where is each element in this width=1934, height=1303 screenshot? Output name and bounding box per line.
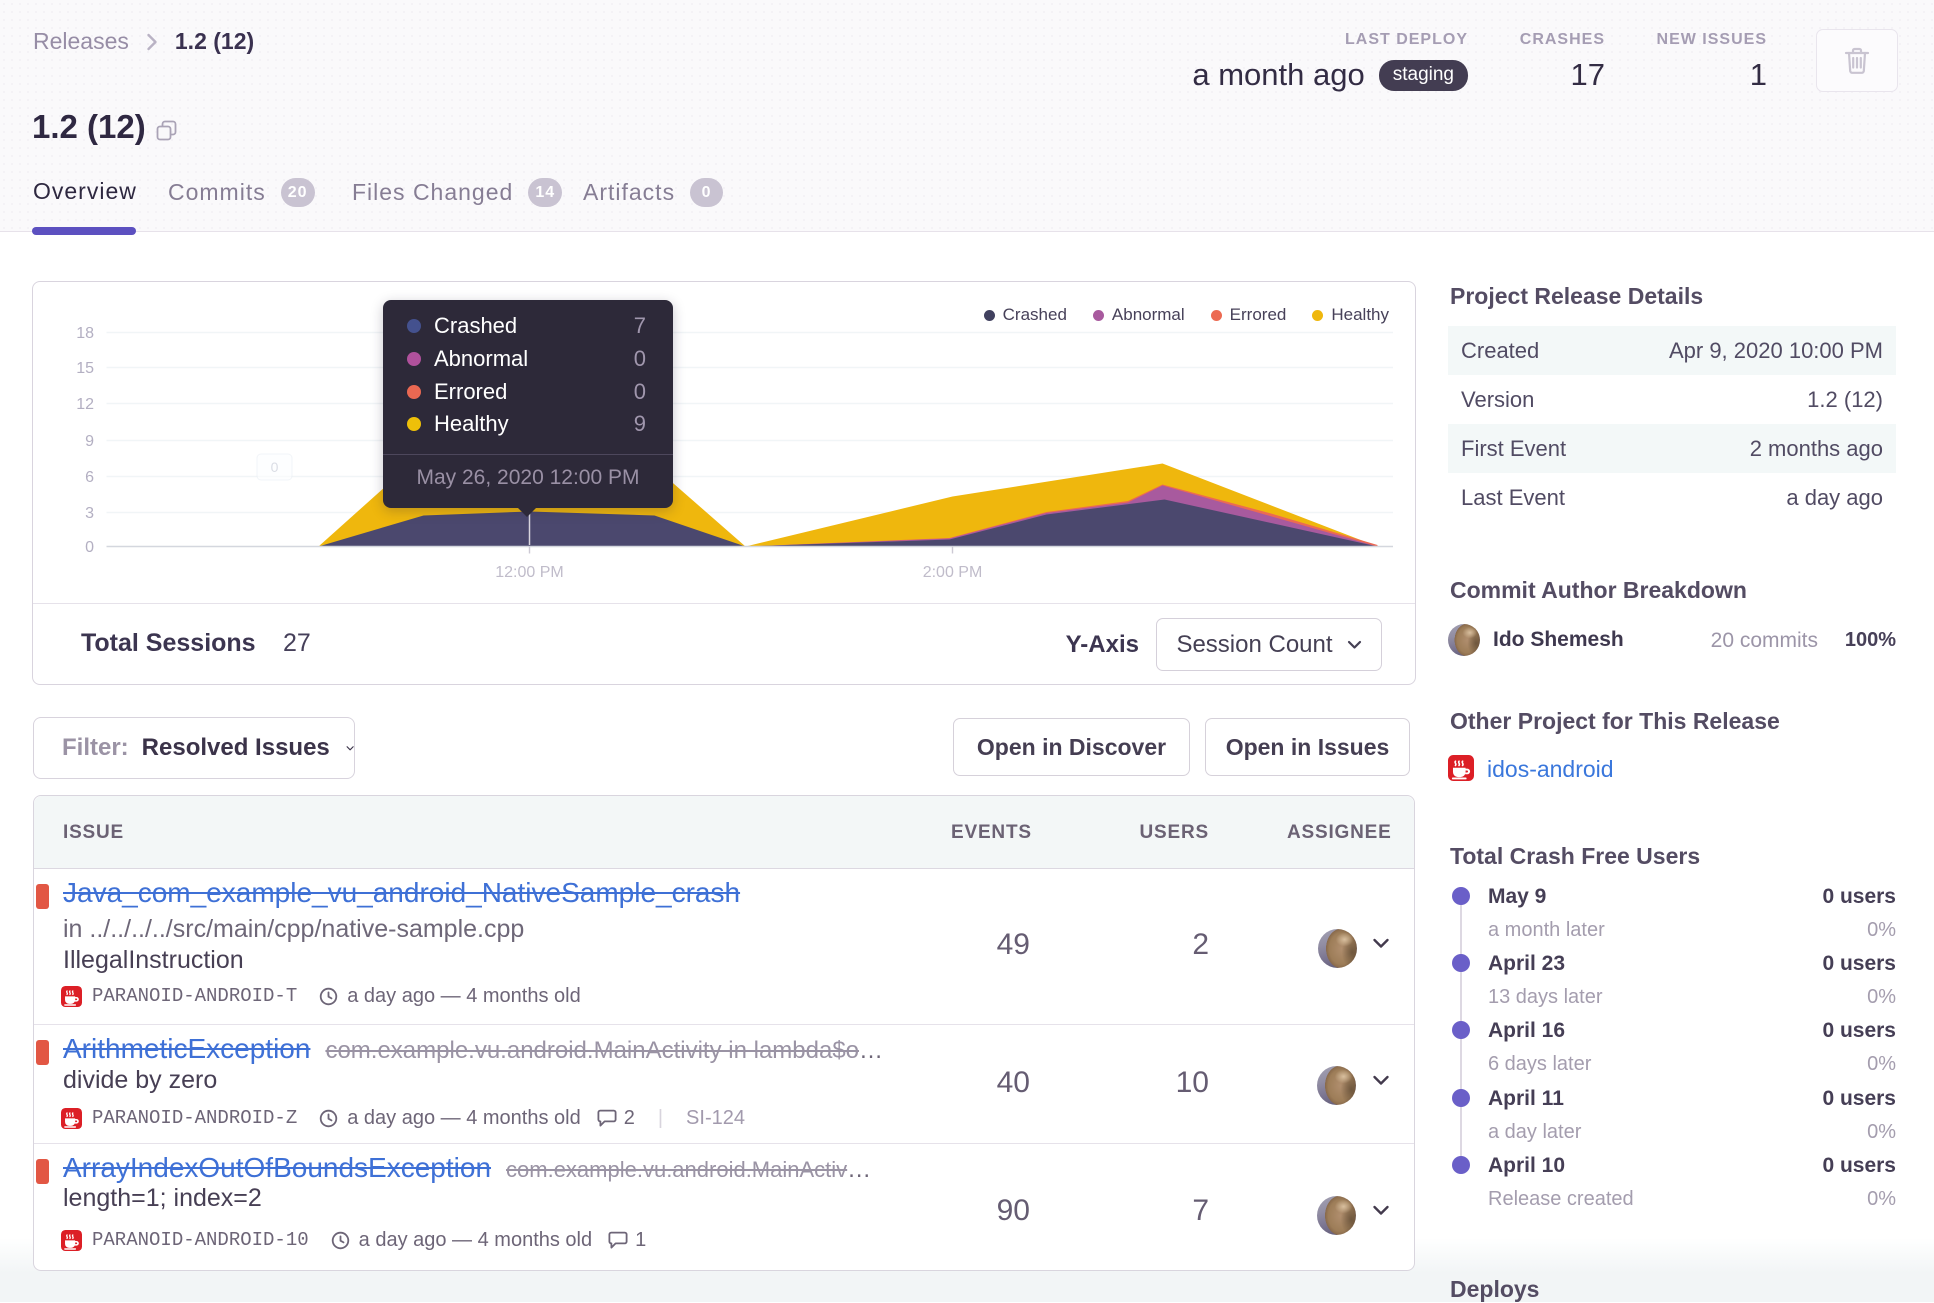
svg-text:0: 0 [271,459,279,475]
svg-text:3: 3 [85,505,94,522]
svg-text:12:00 PM: 12:00 PM [495,564,563,581]
svg-text:15: 15 [76,360,94,377]
svg-text:6: 6 [85,469,94,486]
svg-text:12: 12 [76,396,94,413]
svg-text:18: 18 [76,325,94,342]
svg-text:0: 0 [85,539,94,556]
svg-text:9: 9 [85,433,94,450]
svg-text:2:00 PM: 2:00 PM [923,564,983,581]
